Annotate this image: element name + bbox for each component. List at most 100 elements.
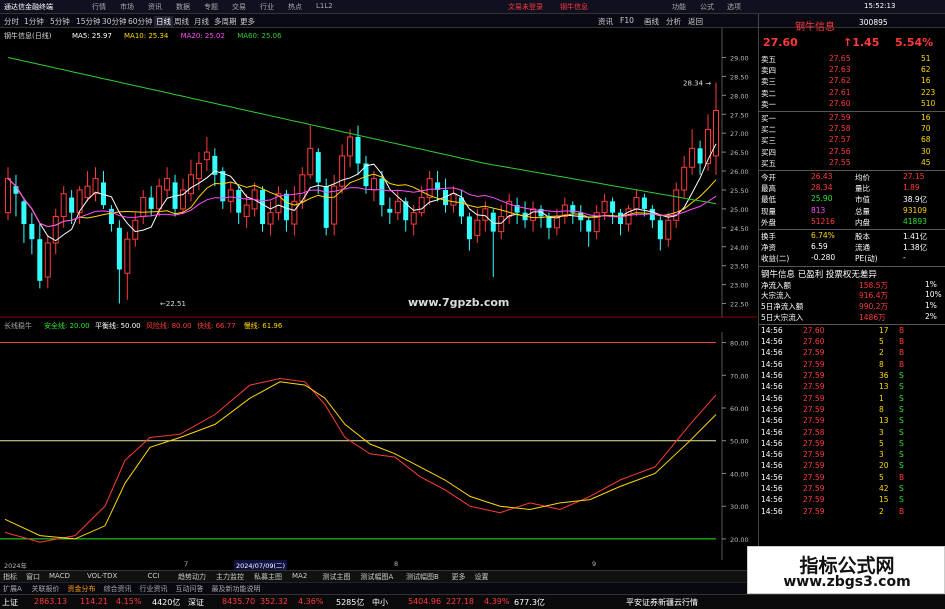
tick-price: 27.59 [803,461,825,471]
menu-options[interactable]: 选项 [727,2,741,12]
indicator-chart[interactable]: 80.00 70.00 60.00 50.00 40.00 30.00 20.00 [0,332,757,560]
indicator-tab[interactable]: 趋势动力 [178,572,206,582]
status-item[interactable]: 平安证券新疆云行情 [626,597,698,608]
candle-body [29,224,35,240]
stat-row: 收益(二) -0.280 PE(动) - [759,253,945,264]
stat-value: 28.34 [811,183,833,193]
indicator-tab[interactable]: CCI [148,572,160,580]
period-tab[interactable]: 多周期 [214,16,237,27]
indicator-tick: 40.00 [730,470,749,478]
period-tab[interactable]: 日线 [154,16,173,27]
extension-tab[interactable]: 扩展A [3,584,22,594]
indicator-tab[interactable]: 主力监控 [216,572,244,582]
period-tab[interactable]: 月线 [194,16,209,27]
tick-side: S [899,438,904,448]
status-item: 上证 [2,598,18,607]
menu-item[interactable]: L1L2 [316,2,333,10]
tick-price: 27.59 [803,438,825,448]
menu-item[interactable]: 数据 [176,2,190,12]
tick-row: 14:56 27.60 17 B [759,326,945,337]
period-tab[interactable]: 分时 [4,16,19,27]
candle-body [482,208,489,221]
login-status[interactable]: 文易未登录 [508,2,543,12]
indicator-tab[interactable]: 窗口 [26,572,40,582]
stat-label: 总量 [855,206,870,216]
menu-item[interactable]: 交易 [232,2,246,12]
menu-func[interactable]: 功能 [672,2,686,12]
toolbar-button[interactable]: 分析 [666,16,681,27]
period-tab[interactable]: 30分钟 [102,16,127,27]
stat-value: - [903,253,906,263]
menu-item[interactable]: 资讯 [148,2,162,12]
candle-body [203,151,210,161]
tick-side: B [899,348,905,358]
flow-pct: 1% [925,279,937,289]
buy-level: 买五 27.55 45 [759,158,945,169]
toolbar-button[interactable]: F10 [620,16,634,25]
extension-tab[interactable]: 最及新功能说明 [212,584,261,594]
period-tab[interactable]: 周线 [174,16,189,27]
menu-item[interactable]: 行业 [260,2,274,12]
candle-body [187,174,194,195]
flow-label: 净流入额 [761,280,791,290]
flow-label: 5日大宗流入 [761,313,804,322]
stat-value: 6.59 [811,242,828,252]
tick-volume: 42 [879,484,889,493]
flow-value: 916.4万 [859,291,888,301]
candle-body [69,197,75,213]
menu-item[interactable]: 热点 [288,2,302,12]
indicator-tab[interactable]: 设置 [475,572,489,582]
indicator-tab[interactable]: MA2 [292,572,307,580]
candle-body [410,212,417,225]
menu-formula[interactable]: 公式 [700,2,714,12]
stat-label: 换手 [761,232,776,241]
menu-item[interactable]: 市场 [120,2,134,12]
toolbar-button[interactable]: 返回 [688,16,703,27]
tick-side: B [899,337,905,347]
indicator-tab[interactable]: 测试幅图B [406,572,439,582]
extension-tab[interactable]: 关联报价 [32,584,60,594]
menu-item[interactable]: 专题 [204,2,218,12]
tick-row: 14:56 27.59 15 S [759,495,945,506]
extension-tab[interactable]: 行业资讯 [140,584,168,594]
tick-row: 14:56 27.59 2 B [759,507,945,518]
period-tab[interactable]: 15分钟 [76,16,101,27]
menu-item[interactable]: 行情 [92,2,106,12]
candle-body [140,197,147,217]
tick-row: 14:56 27.59 20 S [759,461,945,472]
extension-tab[interactable]: 互动问答 [176,584,204,594]
tick-price: 27.59 [803,382,825,392]
candle-body [418,197,425,214]
indicator-legend: 安全线: 20.00 [44,322,90,330]
indicator-tab[interactable]: 私募主图 [254,572,282,582]
tick-time: 14:56 [761,472,783,482]
stat-row: 净资 6.59 流通 1.38亿 [759,242,945,253]
period-tab[interactable]: 5分钟 [50,16,70,27]
price-tick: 22.50 [730,301,749,309]
candlestick-chart[interactable]: 钢牛信息(日线) MA5: 25.97 MA10: 25.34 MA20: 25.02… [0,28,757,318]
indicator-tab[interactable]: VOL-TDX [87,572,117,580]
indicator-tab[interactable]: 测试幅图A [361,572,394,582]
indicator-tab[interactable]: 更多 [452,572,466,582]
buy-level: 买一 27.59 16 [759,113,945,124]
indicator-tab[interactable]: 测试主图 [323,572,351,582]
flow-label: 大宗流入 [761,291,791,301]
candle-body [227,189,234,202]
extension-tab[interactable]: 综合资讯 [104,584,132,594]
stock-tag[interactable]: 钢牛信息 [560,2,588,12]
candle-body [116,227,122,270]
indicator-tab[interactable]: 指标 [3,572,17,582]
flow-row: 净流入额 158.5万 1% [759,280,945,291]
candle-body [618,212,624,225]
stat-value: 813 [811,205,826,215]
extension-tab[interactable]: 资金分布 [68,584,96,594]
toolbar-button[interactable]: 画线 [644,16,659,27]
period-tab[interactable]: 60分钟 [128,16,153,27]
period-tab[interactable]: 更多 [240,16,255,27]
toolbar-button[interactable]: 资讯 [598,16,613,27]
tick-side: B [899,506,905,516]
period-tab[interactable]: 1分钟 [24,16,44,27]
stat-row: 换手 6.74% 股本 1.41亿 [759,231,945,242]
level-label: 卖二 [761,88,776,98]
indicator-tab[interactable]: MACD [49,572,70,580]
